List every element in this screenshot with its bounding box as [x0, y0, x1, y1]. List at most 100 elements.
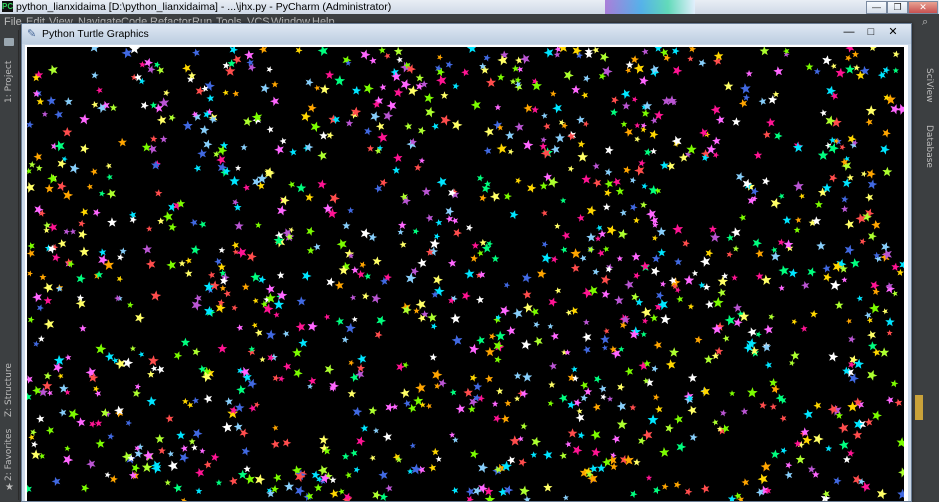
star-shape [129, 47, 141, 54]
structure-tool-tab[interactable]: Z: Structure [1, 360, 17, 420]
star-shape [94, 419, 103, 427]
star-shape [730, 227, 741, 238]
star-shape [117, 137, 127, 147]
star-shape [192, 428, 203, 439]
star-shape [601, 344, 608, 351]
turtle-minimize-button[interactable]: — [838, 26, 860, 39]
star-shape [260, 83, 270, 94]
star-shape [293, 368, 303, 378]
star-shape [272, 374, 280, 382]
star-shape [199, 447, 206, 454]
star-shape [554, 222, 561, 230]
star-shape [508, 148, 514, 155]
turtle-close-button[interactable]: ✕ [882, 26, 904, 39]
star-shape [370, 111, 381, 122]
star-shape [453, 228, 462, 238]
star-shape [438, 378, 447, 388]
star-shape [464, 268, 475, 279]
star-shape [596, 463, 606, 473]
star-shape [271, 80, 279, 88]
star-shape [620, 321, 628, 329]
star-shape [672, 65, 683, 76]
star-shape [673, 414, 683, 424]
star-shape [288, 181, 295, 189]
star-shape [232, 90, 240, 97]
star-shape [298, 338, 308, 348]
star-shape [386, 100, 397, 111]
star-shape [601, 289, 611, 299]
star-shape [644, 148, 652, 157]
star-shape [548, 361, 557, 371]
star-shape [813, 401, 822, 410]
star-shape [308, 376, 317, 386]
star-shape [55, 285, 63, 292]
pycharm-maximize-button[interactable]: ❐ [887, 1, 908, 14]
star-shape [429, 353, 438, 361]
star-shape [427, 312, 437, 323]
star-shape [81, 484, 90, 493]
star-shape [317, 150, 327, 161]
star-shape [598, 384, 607, 393]
database-tool-tab[interactable]: Database [921, 125, 937, 168]
star-shape [663, 54, 671, 62]
favorites-tool-tab[interactable]: 2: Favorites [1, 425, 17, 485]
turtle-maximize-button[interactable]: □ [860, 26, 882, 39]
star-shape [694, 335, 703, 344]
star-shape [494, 103, 502, 111]
star-shape [741, 478, 750, 487]
star-shape [606, 395, 614, 402]
star-shape [270, 484, 279, 493]
star-shape [242, 183, 250, 192]
star-shape [886, 329, 893, 336]
star-shape [841, 205, 849, 213]
star-shape [899, 261, 904, 269]
star-shape [880, 144, 890, 155]
star-shape [244, 473, 255, 485]
canvas-frame [25, 45, 908, 501]
pycharm-close-button[interactable]: ✕ [908, 1, 938, 14]
star-shape [871, 220, 881, 230]
star-shape [484, 180, 491, 188]
star-shape [853, 64, 861, 71]
star-shape [844, 244, 855, 256]
turtle-window-title: Python Turtle Graphics [42, 28, 149, 40]
star-shape [449, 388, 457, 396]
star-shape [642, 429, 653, 441]
star-shape [774, 131, 783, 141]
star-shape [379, 83, 387, 91]
star-shape [296, 182, 307, 193]
star-shape [341, 452, 350, 460]
star-shape [179, 452, 190, 463]
star-shape [191, 396, 199, 404]
star-shape [581, 91, 589, 99]
menu-file[interactable]: File [4, 14, 22, 30]
turtle-canvas[interactable] [27, 47, 904, 501]
star-shape [41, 110, 49, 118]
search-everywhere-icon[interactable]: ⌕ [922, 14, 928, 30]
star-shape [383, 52, 391, 60]
star-shape [550, 144, 560, 155]
star-shape [190, 244, 201, 255]
star-shape [845, 318, 852, 325]
turtle-title-bar[interactable]: ✎ Python Turtle Graphics — □ ✕ [22, 24, 911, 44]
star-shape [629, 176, 637, 184]
star-shape [364, 127, 373, 136]
star-shape [583, 387, 593, 396]
star-shape [659, 160, 669, 170]
star-shape [45, 426, 55, 435]
star-shape [494, 355, 502, 364]
star-shape [326, 277, 336, 287]
pycharm-minimize-button[interactable]: — [866, 1, 887, 14]
project-tool-tab[interactable]: 1: Project [1, 52, 17, 112]
star-shape [761, 342, 772, 352]
star-shape [851, 50, 860, 58]
sciview-tool-tab[interactable]: SciView [921, 68, 937, 103]
star-shape [654, 110, 664, 120]
star-shape [759, 401, 767, 410]
star-shape [237, 367, 244, 375]
star-shape [186, 401, 193, 409]
star-shape [436, 176, 447, 188]
star-shape [831, 117, 842, 128]
star-shape [476, 249, 484, 257]
star-shape [577, 151, 589, 162]
